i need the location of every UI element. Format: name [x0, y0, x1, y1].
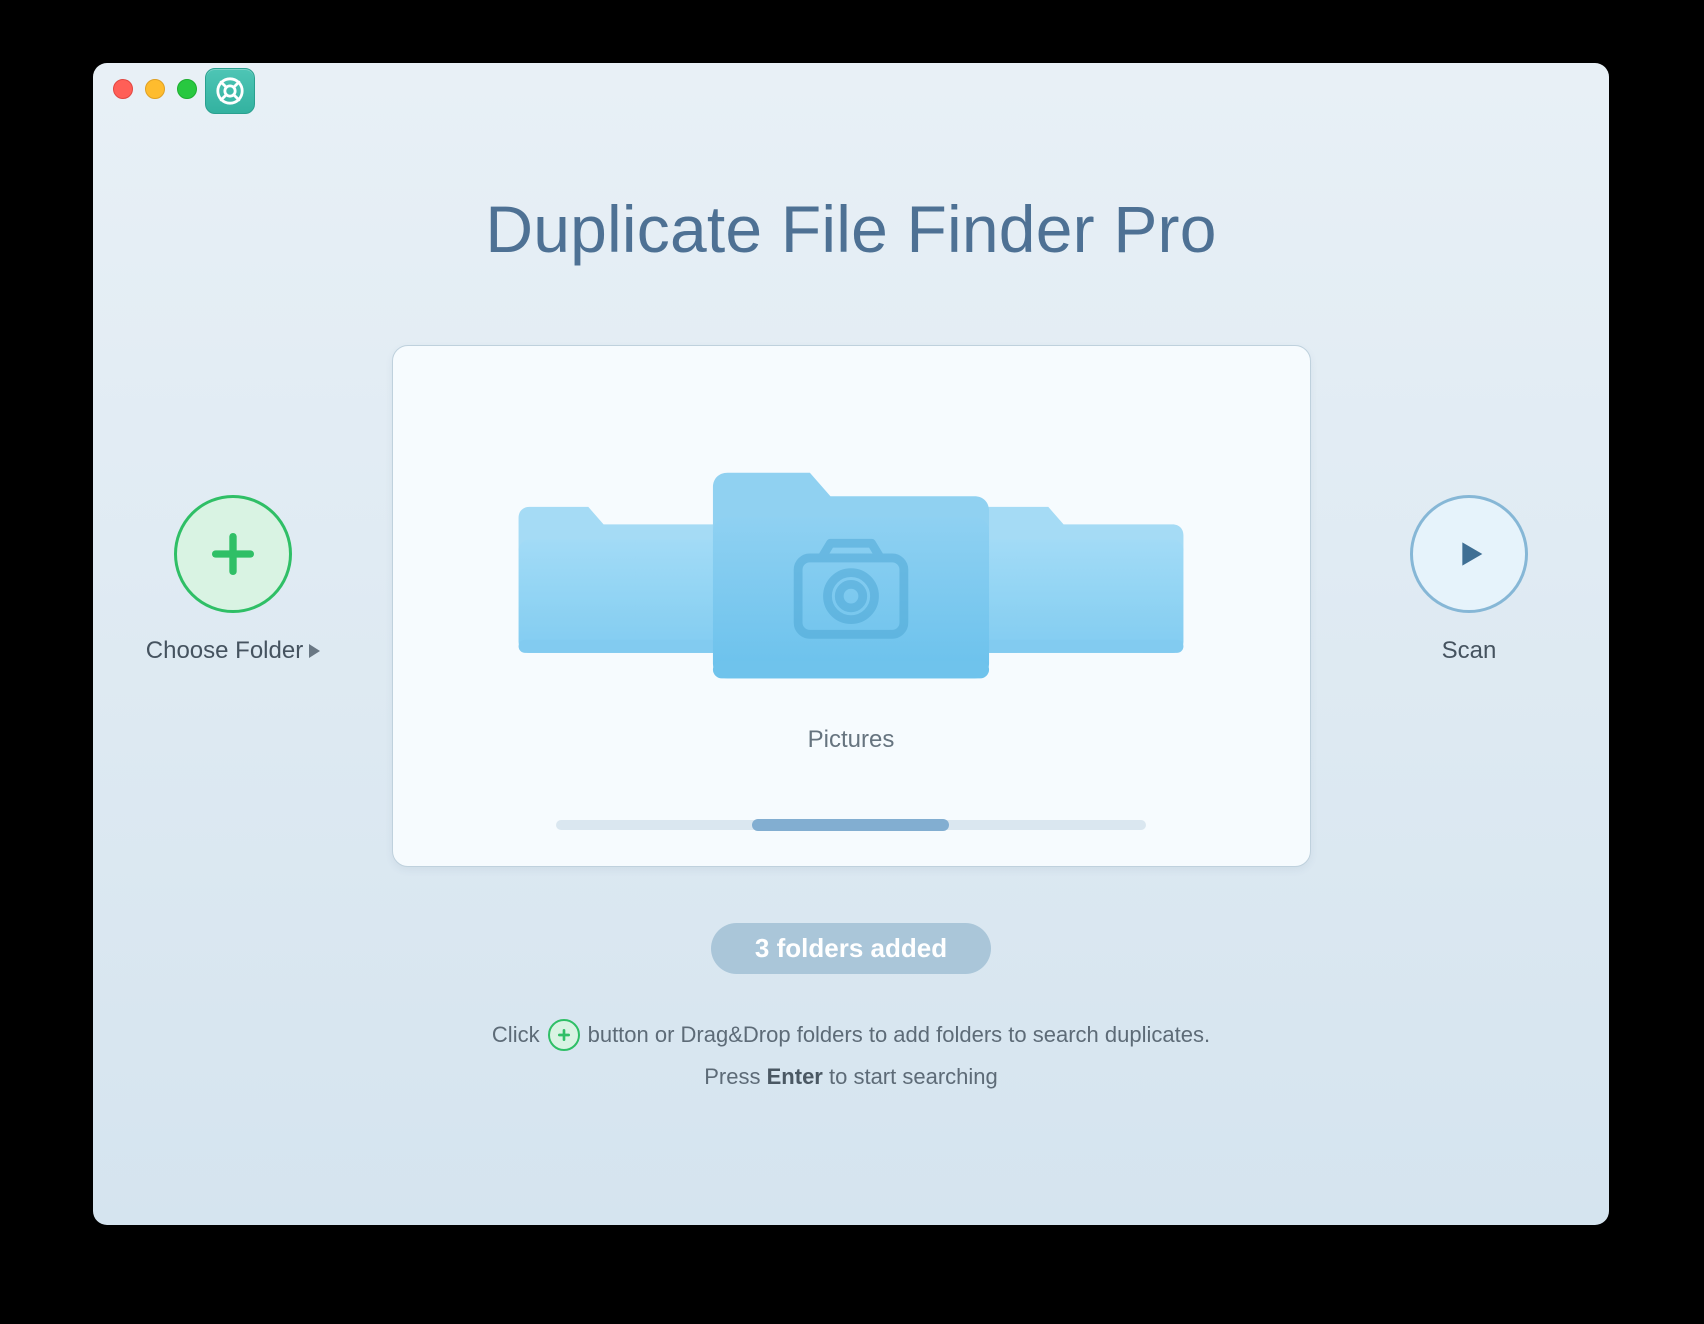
lifebuoy-icon: [215, 76, 245, 106]
window-controls: [113, 79, 197, 99]
choose-folder-label[interactable]: Choose Folder: [146, 637, 320, 665]
scroll-track: [556, 820, 1146, 830]
help-button[interactable]: [205, 68, 255, 114]
hint-text: Click button or Drag&Drop folders to add…: [93, 1014, 1609, 1098]
fullscreen-window-button[interactable]: [177, 79, 197, 99]
hint-line2-bold: Enter: [767, 1064, 823, 1089]
minimize-window-button[interactable]: [145, 79, 165, 99]
scan-label: Scan: [1442, 637, 1497, 665]
status-badge: 3 folders added: [711, 923, 991, 974]
choose-folder-text: Choose Folder: [146, 637, 303, 665]
selected-folder-label: Pictures: [393, 726, 1310, 754]
hint-line1-after: button or Drag&Drop folders to add folde…: [588, 1014, 1210, 1056]
folders-card[interactable]: Pictures: [392, 345, 1311, 867]
app-window: Duplicate File Finder Pro Choose Folder: [93, 63, 1609, 1225]
pictures-folder-icon: [701, 461, 1001, 696]
hint-line2-before: Press: [704, 1064, 760, 1089]
hint-line1-before: Click: [492, 1014, 540, 1056]
choose-folder-area: Choose Folder: [123, 495, 343, 665]
close-window-button[interactable]: [113, 79, 133, 99]
folder-item-selected[interactable]: [701, 461, 1001, 696]
folder-carousel[interactable]: [393, 406, 1310, 696]
scan-button[interactable]: [1410, 495, 1528, 613]
scan-area: Scan: [1359, 495, 1579, 665]
add-folder-button[interactable]: [174, 495, 292, 613]
hint-line2-after: to start searching: [829, 1064, 998, 1089]
app-title: Duplicate File Finder Pro: [93, 191, 1609, 267]
chevron-right-icon: [309, 644, 320, 658]
carousel-scroll-indicator[interactable]: [393, 820, 1310, 830]
plus-icon: [207, 528, 259, 580]
play-icon: [1449, 534, 1489, 574]
scroll-thumb[interactable]: [752, 819, 948, 831]
inline-plus-icon: [548, 1019, 580, 1051]
title-bar: [93, 63, 1609, 119]
